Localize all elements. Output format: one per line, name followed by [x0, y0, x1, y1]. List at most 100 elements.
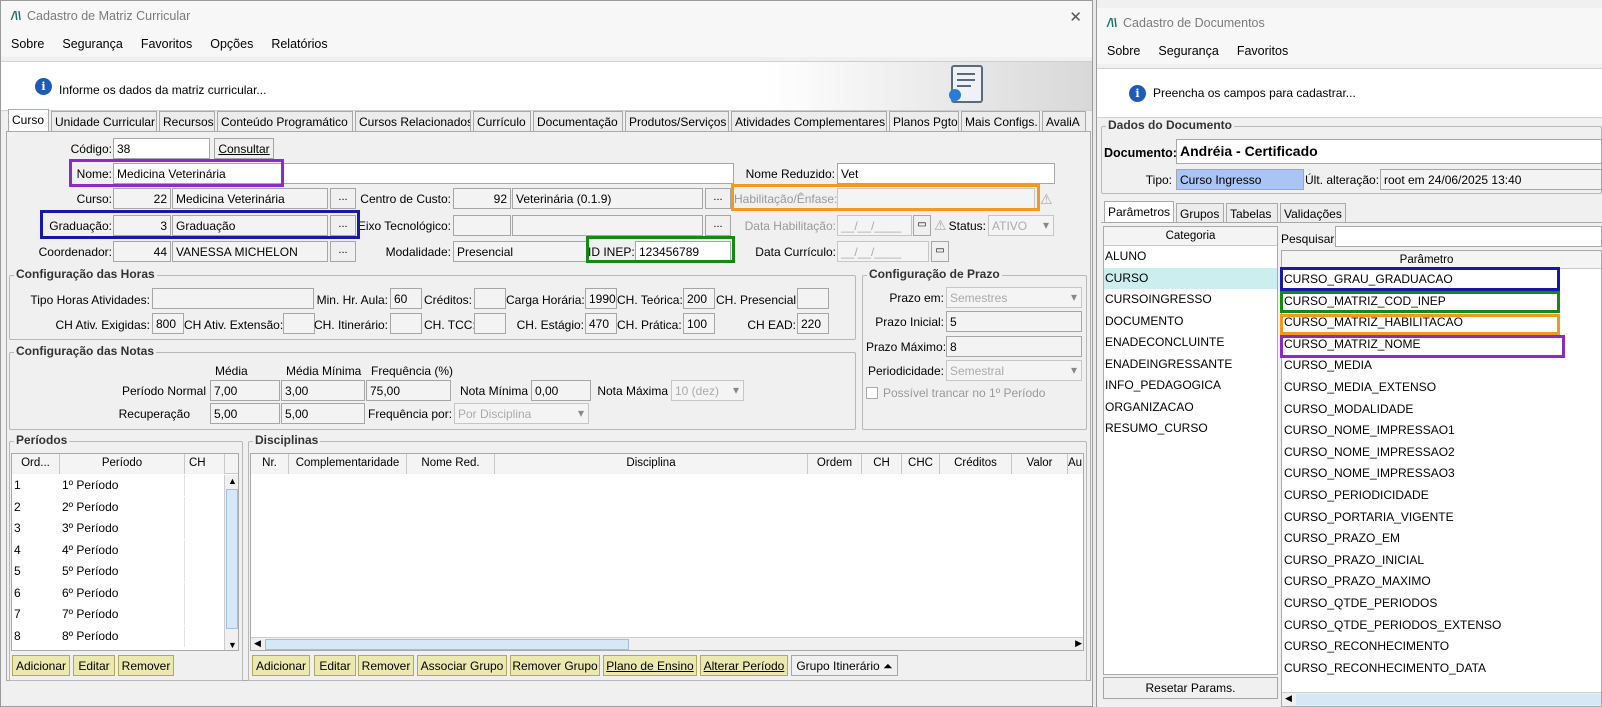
calendar-icon[interactable]: ▭	[913, 215, 931, 236]
doc-menu-favoritos[interactable]: Favoritos	[1237, 44, 1288, 58]
col-valor[interactable]: Valor	[1012, 454, 1068, 474]
parametro-item[interactable]: CURSO_PRAZO_MAXIMO	[1282, 571, 1601, 593]
tipo-horas-field[interactable]	[152, 288, 314, 309]
tab-mais-configs[interactable]: Mais Configs.	[961, 111, 1040, 131]
tab-produtos-servicos[interactable]: Produtos/Serviços	[625, 111, 729, 131]
categoria-item[interactable]: CURSO	[1104, 267, 1277, 289]
carga-horaria-field[interactable]: 1990	[585, 288, 617, 309]
parametro-item[interactable]: CURSO_PERIODICIDADE	[1282, 485, 1601, 507]
grupo-itinerario-button[interactable]: Grupo Itinerário ⏶	[791, 655, 898, 676]
nota-minima-field[interactable]: 0,00	[531, 380, 591, 401]
centro-id-field[interactable]: 92	[453, 188, 511, 209]
associar-grupo-button[interactable]: Associar Grupo	[417, 655, 507, 676]
nota-maxima-select[interactable]: 10 (dez)	[671, 380, 744, 401]
menu-favoritos[interactable]: Favoritos	[141, 37, 192, 51]
tab-conteudo-programatico[interactable]: Conteúdo Programático	[217, 111, 353, 131]
periodos-adicionar-button[interactable]: Adicionar	[12, 655, 70, 676]
parametro-item[interactable]: CURSO_MATRIZ_HABILITACAO	[1282, 312, 1601, 334]
categoria-item[interactable]: INFO_PEDAGOGICA	[1104, 375, 1277, 397]
rec-media-field[interactable]: 5,00	[210, 403, 280, 424]
data-curriculo-field[interactable]: __/__/____	[837, 241, 929, 262]
col-periodo[interactable]: Período	[60, 454, 185, 474]
ch-estagio-field[interactable]: 470	[585, 313, 617, 334]
ch-extensao-field[interactable]	[283, 313, 315, 334]
col-nr[interactable]: Nr.	[251, 454, 289, 474]
parametro-item[interactable]: CURSO_MATRIZ_NOME	[1282, 334, 1601, 356]
parametro-item[interactable]: CURSO_QTDE_PERIODOS_EXTENSO	[1282, 615, 1601, 637]
col-complementaridade[interactable]: Complementaridade	[289, 454, 407, 474]
col-nome-red[interactable]: Nome Red.	[407, 454, 495, 474]
col-disciplina[interactable]: Disciplina	[495, 454, 808, 474]
categoria-item[interactable]: DOCUMENTO	[1104, 311, 1277, 333]
disc-remover-button[interactable]: Remover	[358, 655, 414, 676]
parametro-item[interactable]: CURSO_PRAZO_EM	[1282, 528, 1601, 550]
consultar-button[interactable]: Consultar	[214, 138, 274, 159]
plano-ensino-button[interactable]: Plano de Ensino	[603, 655, 697, 676]
parametro-item[interactable]: CURSO_RECONHECIMENTO	[1282, 636, 1601, 658]
parametro-item[interactable]: CURSO_MATRIZ_COD_INEP	[1282, 291, 1601, 313]
parametro-item[interactable]: CURSO_PORTARIA_VIGENTE	[1282, 507, 1601, 529]
tab-curso[interactable]: Curso	[8, 109, 49, 131]
prazo-em-select[interactable]: Semestres	[946, 287, 1082, 308]
categoria-item[interactable]: RESUMO_CURSO	[1104, 418, 1277, 440]
tab-tabelas[interactable]: Tabelas	[1226, 203, 1278, 223]
periodo-row[interactable]: 6 6º Período	[12, 582, 224, 604]
remover-grupo-button[interactable]: Remover Grupo	[510, 655, 600, 676]
parametro-item[interactable]: CURSO_MEDIA_EXTENSO	[1282, 377, 1601, 399]
parametro-item[interactable]: CURSO_NOME_IMPRESSAO2	[1282, 442, 1601, 464]
curso-lookup-button[interactable]: ...	[330, 188, 356, 209]
ch-tcc-field[interactable]	[474, 313, 506, 334]
periodo-row[interactable]: 4 4º Período	[12, 539, 224, 561]
categoria-item[interactable]: ALUNO	[1104, 246, 1277, 268]
periodo-row[interactable]: 7 7º Período	[12, 604, 224, 625]
col-chc[interactable]: CHC	[902, 454, 940, 474]
parametro-hscrollbar[interactable]: ◀	[1282, 692, 1601, 706]
codigo-field[interactable]: 38	[113, 138, 210, 159]
periodo-row[interactable]: 3 3º Período	[12, 518, 224, 539]
data-habilitacao-field[interactable]: __/__/____	[837, 215, 912, 236]
coordenador-lookup-button[interactable]: ...	[330, 241, 356, 262]
tab-documentacao[interactable]: Documentação	[533, 111, 623, 131]
prazo-inicial-field[interactable]: 5	[946, 311, 1082, 332]
tab-avalia[interactable]: AvaliA	[1042, 111, 1086, 131]
nome-field[interactable]: Medicina Veterinária	[113, 163, 734, 184]
tab-cursos-relacionados[interactable]: Cursos Relacionados	[355, 111, 471, 131]
frequencia-por-select[interactable]: Por Disciplina	[454, 403, 589, 424]
parametro-item[interactable]: CURSO_MEDIA	[1282, 355, 1601, 377]
periodos-editar-button[interactable]: Editar	[73, 655, 115, 676]
calendar-curriculo-icon[interactable]: ▭	[931, 241, 949, 262]
parametro-item[interactable]: CURSO_GRAU_GRADUACAO	[1282, 269, 1601, 291]
col-au[interactable]: Au	[1068, 454, 1083, 474]
doc-menu-sobre[interactable]: Sobre	[1107, 44, 1140, 58]
ch-exigidas-field[interactable]: 800	[152, 313, 184, 334]
periodo-row[interactable]: 8 8º Período	[12, 625, 224, 647]
col-ch[interactable]: CH	[185, 454, 225, 474]
categoria-item[interactable]: ENADEINGRESSANTE	[1104, 354, 1277, 376]
col-ch-disc[interactable]: CH	[862, 454, 902, 474]
ch-ead-field[interactable]: 220	[797, 313, 829, 334]
min-hr-field[interactable]: 60	[390, 288, 422, 309]
parametro-item[interactable]: CURSO_PRAZO_INICIAL	[1282, 550, 1601, 572]
modalidade-field[interactable]: Presencial	[453, 241, 587, 262]
creditos-field[interactable]	[474, 288, 506, 309]
parametro-item[interactable]: CURSO_RECONHECIMENTO_DATA	[1282, 658, 1601, 680]
col-ordem[interactable]: Ord...	[12, 454, 60, 474]
disciplinas-hscrollbar[interactable]: ◀ ▶	[251, 637, 1083, 650]
coordenador-id-field[interactable]: 44	[113, 241, 171, 262]
ch-presencial-field[interactable]	[797, 288, 829, 309]
periodos-remover-button[interactable]: Remover	[118, 655, 174, 676]
close-icon[interactable]: ✕	[1069, 8, 1082, 26]
alterar-periodo-button[interactable]: Alterar Período	[700, 655, 788, 676]
menu-opcoes[interactable]: Opções	[210, 37, 253, 51]
parametro-item[interactable]: CURSO_NOME_IMPRESSAO3	[1282, 463, 1601, 485]
tab-validacoes[interactable]: Validações	[1280, 203, 1346, 223]
prazo-maximo-field[interactable]: 8	[946, 336, 1082, 357]
tipo-field[interactable]: Curso Ingresso	[1176, 169, 1304, 190]
curso-id-field[interactable]: 22	[113, 188, 171, 209]
disc-adicionar-button[interactable]: Adicionar	[252, 655, 310, 676]
rec-media-min-field[interactable]: 5,00	[281, 403, 365, 424]
ch-teorica-field[interactable]: 200	[683, 288, 715, 309]
nome-reduzido-field[interactable]: Vet	[837, 163, 1055, 184]
periodos-scrollbar[interactable]: ▲ ▼	[224, 475, 238, 650]
normal-media-field[interactable]: 7,00	[210, 380, 280, 401]
